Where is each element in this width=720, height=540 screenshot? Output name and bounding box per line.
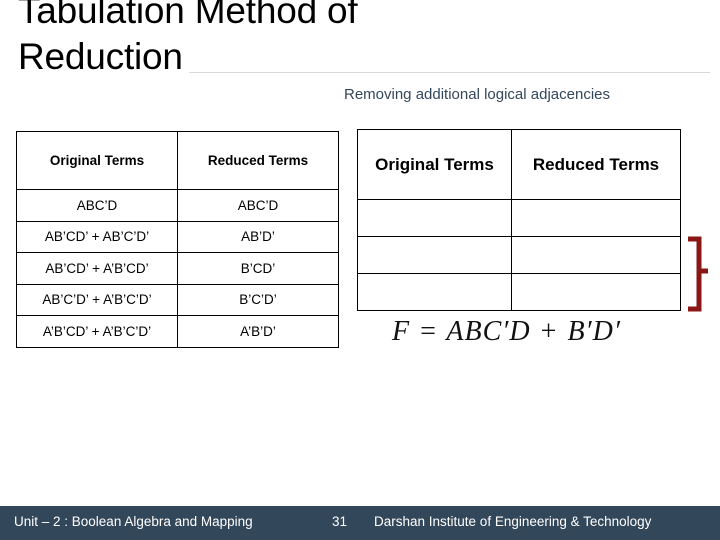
table-header-row: Original Terms Reduced Terms (16, 131, 339, 190)
empty-reduction-table: Original Terms Reduced Terms (357, 129, 681, 311)
table-row: AB’CD’ + A’B’CD’ B’CD’ (16, 252, 339, 285)
table-row (357, 273, 681, 311)
cell-original-term: A’B’CD’ + A’B’C’D’ (16, 315, 178, 348)
result-equation: F = ABC′D + B′D′ (392, 316, 621, 348)
column-header-original-terms: Original Terms (16, 131, 178, 190)
original-reduced-terms-table: Original Terms Reduced Terms ABC’D ABC’D… (16, 131, 339, 348)
cell-original-term: ABC’D (16, 189, 178, 222)
table-row: A’B’CD’ + A’B’C’D’ A’B’D’ (16, 315, 339, 348)
equation-term-2: B′D′ (567, 316, 622, 347)
slide-subtitle: Removing additional logical adjacencies (344, 86, 610, 103)
table-row (357, 199, 681, 237)
cell-reduced-term: B’CD’ (177, 252, 339, 285)
cell-original-term (357, 199, 512, 237)
equation-equals-sign: = (420, 316, 437, 347)
cell-original-term: AB’C’D’ + A’B’C’D’ (16, 283, 178, 316)
equation-plus-sign: + (540, 316, 558, 347)
cell-reduced-term: A’B’D’ (177, 315, 339, 348)
cell-original-term: AB’CD’ + A’B’CD’ (16, 252, 178, 285)
table-row (357, 236, 681, 274)
cell-original-term: AB’CD’ + AB’C’D’ (16, 220, 178, 253)
table-header-row: Original Terms Reduced Terms (357, 129, 681, 200)
cell-reduced-term (511, 273, 681, 311)
table-row: AB’CD’ + AB’C’D’ AB’D’ (16, 220, 339, 253)
footer-page-number: 31 (332, 514, 348, 529)
page-title-line-2: Reduction (18, 34, 189, 80)
red-curly-brace-icon (687, 236, 716, 312)
page-title: Tabulation Method of Reduction (18, 0, 538, 80)
footer-unit-label: Unit – 2 : Boolean Algebra and Mapping (14, 514, 253, 529)
column-header-reduced-terms: Reduced Terms (511, 129, 681, 200)
equation-lhs: F (392, 316, 411, 347)
cell-reduced-term (511, 236, 681, 274)
equation-term-1: ABC′D (446, 316, 531, 347)
cell-original-term (357, 273, 512, 311)
cell-reduced-term: AB’D’ (177, 220, 339, 253)
table-row: AB’C’D’ + A’B’C’D’ B’C’D’ (16, 283, 339, 316)
table-row: ABC’D ABC’D (16, 189, 339, 222)
slide-footer-bar: Unit – 2 : Boolean Algebra and Mapping 3… (0, 506, 720, 540)
column-header-reduced-terms: Reduced Terms (177, 131, 339, 190)
footer-institute-label: Darshan Institute of Engineering & Techn… (374, 514, 652, 529)
cell-reduced-term (511, 199, 681, 237)
page-title-line-1: Tabulation Method of (18, 0, 364, 34)
cell-original-term (357, 236, 512, 274)
cell-reduced-term: B’C’D’ (177, 283, 339, 316)
column-header-original-terms: Original Terms (357, 129, 512, 200)
cell-reduced-term: ABC’D (177, 189, 339, 222)
